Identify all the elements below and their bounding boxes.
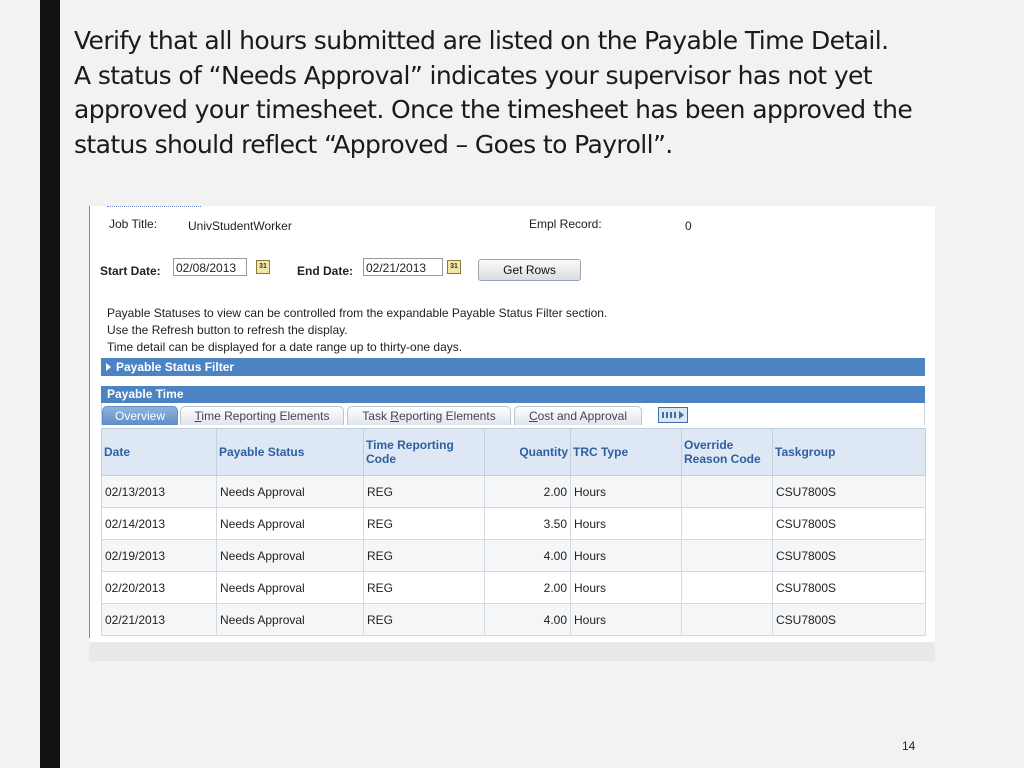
filter-label: Payable Status Filter [116, 360, 235, 374]
column-header-override-reason-code[interactable]: Override Reason Code [681, 428, 773, 476]
cell-time-reporting-code: REG [363, 475, 485, 508]
cell-date: 02/21/2013 [101, 603, 217, 636]
caption-line: status should reflect “Approved – Goes t… [74, 129, 673, 159]
cell-quantity: 2.00 [484, 475, 571, 508]
column-header-date[interactable]: Date [101, 428, 217, 476]
divider [107, 206, 201, 207]
cell-trc-type: Hours [570, 475, 682, 508]
column-header-taskgroup[interactable]: Taskgroup [772, 428, 926, 476]
cell-time-reporting-code: REG [363, 507, 485, 540]
column-header-payable-status[interactable]: Payable Status [216, 428, 364, 476]
payable-time-screenshot: Job Title: UnivStudentWorker Empl Record… [89, 206, 935, 661]
page-number: 14 [902, 739, 916, 753]
cell-trc-type: Hours [570, 539, 682, 572]
table-row: 02/14/2013 Needs Approval REG 3.50 Hours… [101, 507, 926, 540]
cell-time-reporting-code: REG [363, 539, 485, 572]
cell-payable-status: Needs Approval [216, 539, 364, 572]
expand-triangle-icon [106, 362, 111, 371]
calendar-icon[interactable]: 31 [256, 260, 270, 274]
cell-override-reason-code [681, 507, 773, 540]
cell-quantity: 3.50 [484, 507, 571, 540]
table-row: 02/19/2013 Needs Approval REG 4.00 Hours… [101, 539, 926, 572]
info-text: Payable Statuses to view can be controll… [107, 305, 607, 356]
cell-override-reason-code [681, 539, 773, 572]
cell-taskgroup: CSU7800S [772, 539, 926, 572]
cell-payable-status: Needs Approval [216, 603, 364, 636]
table-row: 02/21/2013 Needs Approval REG 4.00 Hours… [101, 603, 926, 636]
cell-time-reporting-code: REG [363, 603, 485, 636]
payable-time-grid: Date Payable Status Time Reporting Code … [101, 428, 926, 636]
cell-date: 02/14/2013 [101, 507, 217, 540]
cell-date: 02/19/2013 [101, 539, 217, 572]
tab-time-reporting-elements[interactable]: Time Reporting Elements [180, 406, 344, 425]
divider [89, 206, 90, 638]
cell-taskgroup: CSU7800S [772, 603, 926, 636]
cell-trc-type: Hours [570, 507, 682, 540]
start-date-label: Start Date: [100, 264, 161, 278]
job-title-value: UnivStudentWorker [188, 219, 292, 233]
cell-payable-status: Needs Approval [216, 507, 364, 540]
cell-date: 02/20/2013 [101, 571, 217, 604]
column-header-time-reporting-code[interactable]: Time Reporting Code [363, 428, 485, 476]
scroll-area-footer [89, 642, 935, 661]
cell-trc-type: Hours [570, 571, 682, 604]
tab-row: Overview Time Reporting Elements Task Re… [101, 403, 925, 425]
cell-quantity: 4.00 [484, 603, 571, 636]
cell-taskgroup: CSU7800S [772, 571, 926, 604]
column-header-trc-type[interactable]: TRC Type [570, 428, 682, 476]
empl-record-label: Empl Record: [529, 217, 602, 231]
cell-taskgroup: CSU7800S [772, 507, 926, 540]
table-row: 02/13/2013 Needs Approval REG 2.00 Hours… [101, 475, 926, 508]
caption-line: A status of “Needs Approval” indicates y… [74, 60, 873, 90]
cell-quantity: 4.00 [484, 539, 571, 572]
cell-time-reporting-code: REG [363, 571, 485, 604]
end-date-field[interactable]: 02/21/2013 [363, 258, 443, 276]
payable-status-filter-toggle[interactable]: Payable Status Filter [101, 358, 925, 376]
cell-payable-status: Needs Approval [216, 475, 364, 508]
caption-line: approved your timesheet. Once the timesh… [74, 95, 913, 124]
table-header-row: Date Payable Status Time Reporting Code … [101, 428, 926, 476]
cell-override-reason-code [681, 571, 773, 604]
slide-caption: Verify that all hours submitted are list… [74, 24, 1004, 162]
info-line: Use the Refresh button to refresh the di… [107, 323, 348, 337]
table-row: 02/20/2013 Needs Approval REG 2.00 Hours… [101, 571, 926, 604]
caption-line: Verify that all hours submitted are list… [74, 26, 889, 55]
show-all-columns-icon[interactable] [658, 407, 688, 423]
payable-time-header: Payable Time [101, 386, 925, 403]
get-rows-button[interactable]: Get Rows [478, 259, 581, 281]
cell-taskgroup: CSU7800S [772, 475, 926, 508]
tab-cost-and-approval[interactable]: Cost and Approval [514, 406, 642, 425]
slide-side-bar [40, 0, 60, 768]
cell-override-reason-code [681, 603, 773, 636]
cell-trc-type: Hours [570, 603, 682, 636]
column-header-quantity[interactable]: Quantity [484, 428, 571, 476]
tab-task-reporting-elements[interactable]: Task Reporting Elements [347, 406, 511, 425]
empl-record-value: 0 [685, 219, 692, 233]
cell-override-reason-code [681, 475, 773, 508]
calendar-icon[interactable]: 31 [447, 260, 461, 274]
cell-date: 02/13/2013 [101, 475, 217, 508]
cell-quantity: 2.00 [484, 571, 571, 604]
cell-payable-status: Needs Approval [216, 571, 364, 604]
info-line: Payable Statuses to view can be controll… [107, 306, 608, 320]
info-line: Time detail can be displayed for a date … [107, 340, 463, 354]
start-date-field[interactable]: 02/08/2013 [173, 258, 247, 276]
end-date-label: End Date: [297, 264, 354, 278]
job-title-label: Job Title: [109, 217, 158, 231]
tab-overview[interactable]: Overview [102, 406, 178, 425]
